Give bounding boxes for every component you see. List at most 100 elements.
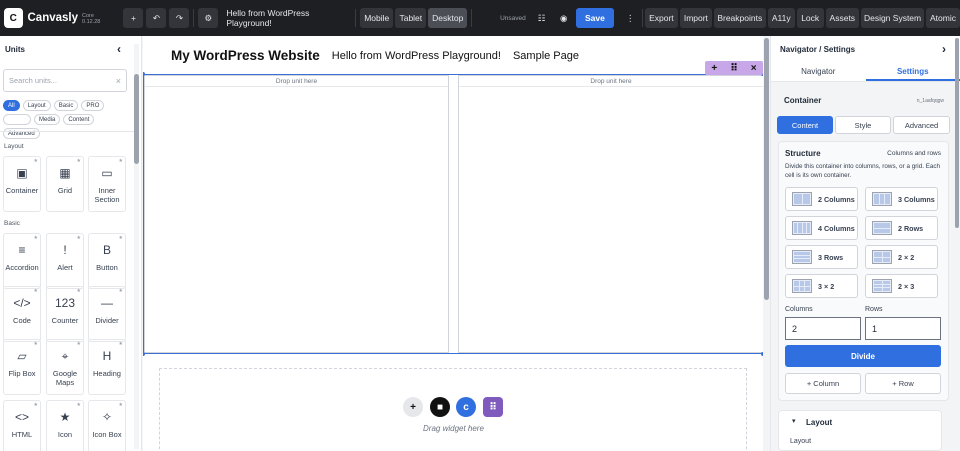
- favorite-star-icon[interactable]: ★: [77, 235, 81, 241]
- layout-preset-8[interactable]: 2 × 3: [865, 274, 938, 298]
- add-icon[interactable]: +: [123, 8, 144, 28]
- design-system-button[interactable]: Design System: [861, 8, 924, 28]
- favorite-star-icon[interactable]: ★: [34, 402, 38, 408]
- favorite-star-icon[interactable]: ★: [34, 235, 38, 241]
- more-menu-icon[interactable]: ⋮: [620, 8, 640, 28]
- unit-card-button[interactable]: ★ B Button: [88, 233, 126, 289]
- unit-card-divider[interactable]: ★ — Divider: [88, 286, 126, 342]
- a11y-button[interactable]: A11y: [767, 8, 795, 28]
- units-scrollbar[interactable]: [134, 44, 139, 449]
- unit-card-inner-section[interactable]: ★ ▭ Inner Section: [88, 156, 126, 212]
- favorite-star-icon[interactable]: ★: [34, 341, 38, 347]
- unit-card-code[interactable]: ★ </> Code: [3, 286, 41, 342]
- resize-handle[interactable]: [143, 352, 145, 356]
- subtab-content[interactable]: Content: [777, 116, 833, 134]
- layout-preset-6[interactable]: 2 × 2: [865, 245, 938, 269]
- favorite-star-icon[interactable]: ★: [119, 158, 123, 164]
- subtab-advanced[interactable]: Advanced: [893, 116, 950, 134]
- empty-section[interactable]: [159, 368, 747, 451]
- unit-card-counter[interactable]: ★ 123 Counter: [46, 286, 84, 342]
- scroll-thumb[interactable]: [764, 38, 769, 300]
- unit-card-flip-box[interactable]: ★ ▱ Flip Box: [3, 339, 41, 395]
- subtab-style[interactable]: Style: [835, 116, 891, 134]
- unit-card-icon-box[interactable]: ★ ✧ Icon Box: [88, 400, 126, 451]
- layout-preset-5[interactable]: 3 Rows: [785, 245, 858, 269]
- nav-link-home[interactable]: Hello from WordPress Playground!: [332, 50, 501, 62]
- divide-button[interactable]: Divide: [785, 345, 941, 367]
- filter-media[interactable]: Media: [34, 114, 61, 125]
- tab-navigator[interactable]: Navigator: [771, 62, 866, 81]
- settings-gear-icon[interactable]: ⚙: [198, 8, 219, 28]
- undo-icon[interactable]: ↶: [146, 8, 167, 28]
- toolbar-move-icon[interactable]: ⠿: [730, 63, 738, 74]
- filter-basic[interactable]: Basic: [53, 100, 79, 111]
- favorite-star-icon[interactable]: ★: [34, 288, 38, 294]
- favorite-star-icon[interactable]: ★: [119, 235, 123, 241]
- export-button[interactable]: Export: [645, 8, 678, 28]
- layout-preset-7[interactable]: 3 × 2: [785, 274, 858, 298]
- unit-card-accordion[interactable]: ★ ≡ Accordion: [3, 233, 41, 289]
- settings-scrollbar[interactable]: [954, 36, 960, 451]
- unit-icon: ▦: [59, 165, 71, 180]
- favorite-star-icon[interactable]: ★: [77, 158, 81, 164]
- favorite-star-icon[interactable]: ★: [119, 341, 123, 347]
- assets-button[interactable]: Assets: [825, 8, 860, 28]
- add-row-button[interactable]: + Row: [865, 373, 941, 394]
- breakpoints-button[interactable]: Breakpoints: [714, 8, 766, 28]
- template-folder-icon[interactable]: ■: [430, 397, 450, 417]
- favorite-star-icon[interactable]: ★: [77, 402, 81, 408]
- nav-link-sample-page[interactable]: Sample Page: [513, 50, 579, 62]
- layout-toggle-icon[interactable]: ▾: [792, 417, 796, 425]
- favorite-star-icon[interactable]: ★: [77, 341, 81, 347]
- unit-card-html[interactable]: ★ <> HTML: [3, 400, 41, 451]
- favorite-star-icon[interactable]: ★: [34, 158, 38, 164]
- unit-card-google-maps[interactable]: ★ ⌖ Google Maps: [46, 339, 84, 395]
- unit-card-container[interactable]: ★ ▣ Container: [3, 156, 41, 212]
- search-units-input[interactable]: Search units... ×: [3, 69, 127, 92]
- device-tablet-button[interactable]: Tablet: [395, 8, 427, 28]
- unit-card-grid[interactable]: ★ ▦ Grid: [46, 156, 84, 212]
- layout-preset-4[interactable]: 2 Rows: [865, 216, 938, 240]
- rows-input[interactable]: 1: [865, 317, 941, 340]
- add-section-icon[interactable]: +: [403, 397, 423, 417]
- canvasly-logo-icon[interactable]: c: [456, 397, 476, 417]
- layout-section-title[interactable]: Layout: [806, 418, 832, 427]
- columns-input[interactable]: 2: [785, 317, 861, 340]
- unit-card-heading[interactable]: ★ H Heading: [88, 339, 126, 395]
- favorite-star-icon[interactable]: ★: [77, 288, 81, 294]
- unit-card-icon[interactable]: ★ ★ Icon: [46, 400, 84, 451]
- unit-icon: </>: [13, 295, 31, 310]
- tab-settings[interactable]: Settings: [865, 62, 960, 81]
- filter-all[interactable]: All: [3, 100, 20, 111]
- collapse-right-icon[interactable]: ›: [942, 42, 946, 56]
- lock-button[interactable]: Lock: [796, 8, 824, 28]
- device-desktop-button[interactable]: Desktop: [428, 8, 468, 28]
- toolbar-close-icon[interactable]: ×: [751, 63, 757, 74]
- preview-eye-icon[interactable]: ◉: [554, 8, 574, 28]
- filter-content[interactable]: Content: [63, 114, 95, 125]
- scroll-thumb[interactable]: [134, 74, 139, 164]
- clear-search-icon[interactable]: ×: [116, 76, 121, 86]
- collapse-left-icon[interactable]: ‹: [117, 42, 121, 56]
- device-mobile-button[interactable]: Mobile: [360, 8, 394, 28]
- import-button[interactable]: Import: [679, 8, 713, 28]
- add-column-button[interactable]: + Column: [785, 373, 861, 394]
- filter-pro[interactable]: PRO: [81, 100, 105, 111]
- favorite-star-icon[interactable]: ★: [119, 402, 123, 408]
- layout-preset-1[interactable]: 2 Columns: [785, 187, 858, 211]
- layout-preset-3[interactable]: 4 Columns: [785, 216, 858, 240]
- save-button[interactable]: Save: [575, 8, 615, 28]
- layers-icon[interactable]: ☷: [532, 8, 552, 28]
- grid-widget-icon[interactable]: ⠿: [483, 397, 503, 417]
- filter-advanced[interactable]: Advanced: [3, 128, 40, 139]
- filter-layout[interactable]: Layout: [22, 100, 51, 111]
- layout-preset-2[interactable]: 3 Columns: [865, 187, 938, 211]
- scroll-thumb[interactable]: [955, 38, 959, 228]
- favorite-star-icon[interactable]: ★: [119, 288, 123, 294]
- site-title[interactable]: My WordPress Website: [171, 48, 320, 63]
- redo-icon[interactable]: ↷: [169, 8, 190, 28]
- unit-card-alert[interactable]: ★! Alert: [46, 233, 84, 289]
- toolbar-add-icon[interactable]: +: [711, 63, 717, 74]
- canvas-scrollbar[interactable]: [763, 36, 770, 451]
- atomic-button[interactable]: Atomic: [925, 8, 960, 28]
